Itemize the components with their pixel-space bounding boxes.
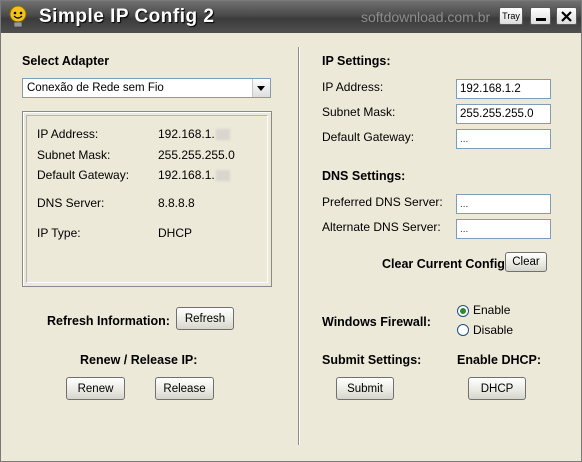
info-mask-value: 255.255.255.0	[158, 148, 235, 162]
preferred-dns-label: Preferred DNS Server:	[322, 195, 443, 209]
preferred-dns-input[interactable]	[456, 194, 551, 214]
firewall-enable-radio[interactable]	[457, 305, 469, 317]
tray-button[interactable]: Tray	[499, 7, 523, 25]
dhcp-button[interactable]: DHCP	[468, 377, 526, 400]
info-gateway-value: 192.168.1.	[158, 168, 230, 182]
submit-settings-label: Submit Settings:	[322, 353, 422, 367]
default-gateway-label: Default Gateway:	[322, 130, 415, 144]
alternate-dns-input[interactable]	[456, 219, 551, 239]
redacted-mark	[215, 129, 230, 141]
info-ip-label: IP Address:	[37, 127, 99, 141]
subnet-mask-label: Subnet Mask:	[322, 105, 396, 119]
refresh-info-label: Refresh Information:	[47, 314, 170, 328]
renew-release-label: Renew / Release IP:	[80, 353, 198, 367]
firewall-disable-label[interactable]: Disable	[473, 323, 513, 337]
adapter-select[interactable]: Conexão de Rede sem Fio	[22, 78, 271, 98]
info-type-value: DHCP	[158, 226, 193, 240]
info-type-label: IP Type:	[37, 226, 81, 240]
submit-button[interactable]: Submit	[336, 377, 394, 400]
redacted-mark	[215, 170, 230, 182]
title-bar[interactable]: Simple IP Config 2 softdownload.com.br T…	[1, 1, 581, 33]
renew-button[interactable]: Renew	[66, 377, 125, 400]
ip-address-input[interactable]	[456, 79, 551, 99]
default-gateway-input[interactable]	[456, 129, 551, 149]
ip-address-label: IP Address:	[322, 80, 384, 94]
info-gateway-label: Default Gateway:	[37, 168, 130, 182]
close-button[interactable]	[556, 7, 577, 25]
dns-settings-label: DNS Settings:	[322, 169, 406, 183]
minimize-button[interactable]	[530, 7, 551, 25]
info-dns-label: DNS Server:	[37, 196, 105, 210]
refresh-button[interactable]: Refresh	[176, 307, 234, 330]
clear-button[interactable]: Clear	[505, 252, 547, 272]
lightbulb-face-icon	[9, 5, 27, 28]
subnet-mask-input[interactable]	[456, 104, 551, 124]
select-adapter-label: Select Adapter	[22, 54, 110, 68]
adapter-info-panel: IP Address: 192.168.1. Subnet Mask: 255.…	[22, 111, 272, 287]
info-dns-value: 8.8.8.8	[158, 196, 195, 210]
close-icon	[561, 11, 572, 22]
watermark-text: softdownload.com.br	[361, 9, 491, 25]
release-button[interactable]: Release	[155, 377, 214, 400]
dropdown-button[interactable]	[252, 79, 270, 97]
firewall-enable-label[interactable]: Enable	[473, 303, 510, 317]
app-title: Simple IP Config 2	[39, 6, 215, 27]
panel-divider	[298, 47, 300, 445]
app-window: Simple IP Config 2 softdownload.com.br T…	[0, 0, 582, 462]
info-ip-value: 192.168.1.	[158, 127, 230, 141]
info-mask-label: Subnet Mask:	[37, 148, 111, 162]
ip-settings-label: IP Settings:	[322, 54, 391, 68]
minimize-icon	[536, 18, 546, 21]
adapter-select-value: Conexão de Rede sem Fio	[27, 82, 164, 94]
chevron-down-icon	[257, 86, 265, 91]
firewall-disable-radio[interactable]	[457, 324, 469, 336]
clear-config-label: Clear Current Config:	[382, 257, 510, 271]
windows-firewall-label: Windows Firewall:	[322, 315, 431, 329]
enable-dhcp-label: Enable DHCP:	[457, 353, 542, 367]
alternate-dns-label: Alternate DNS Server:	[322, 220, 441, 234]
